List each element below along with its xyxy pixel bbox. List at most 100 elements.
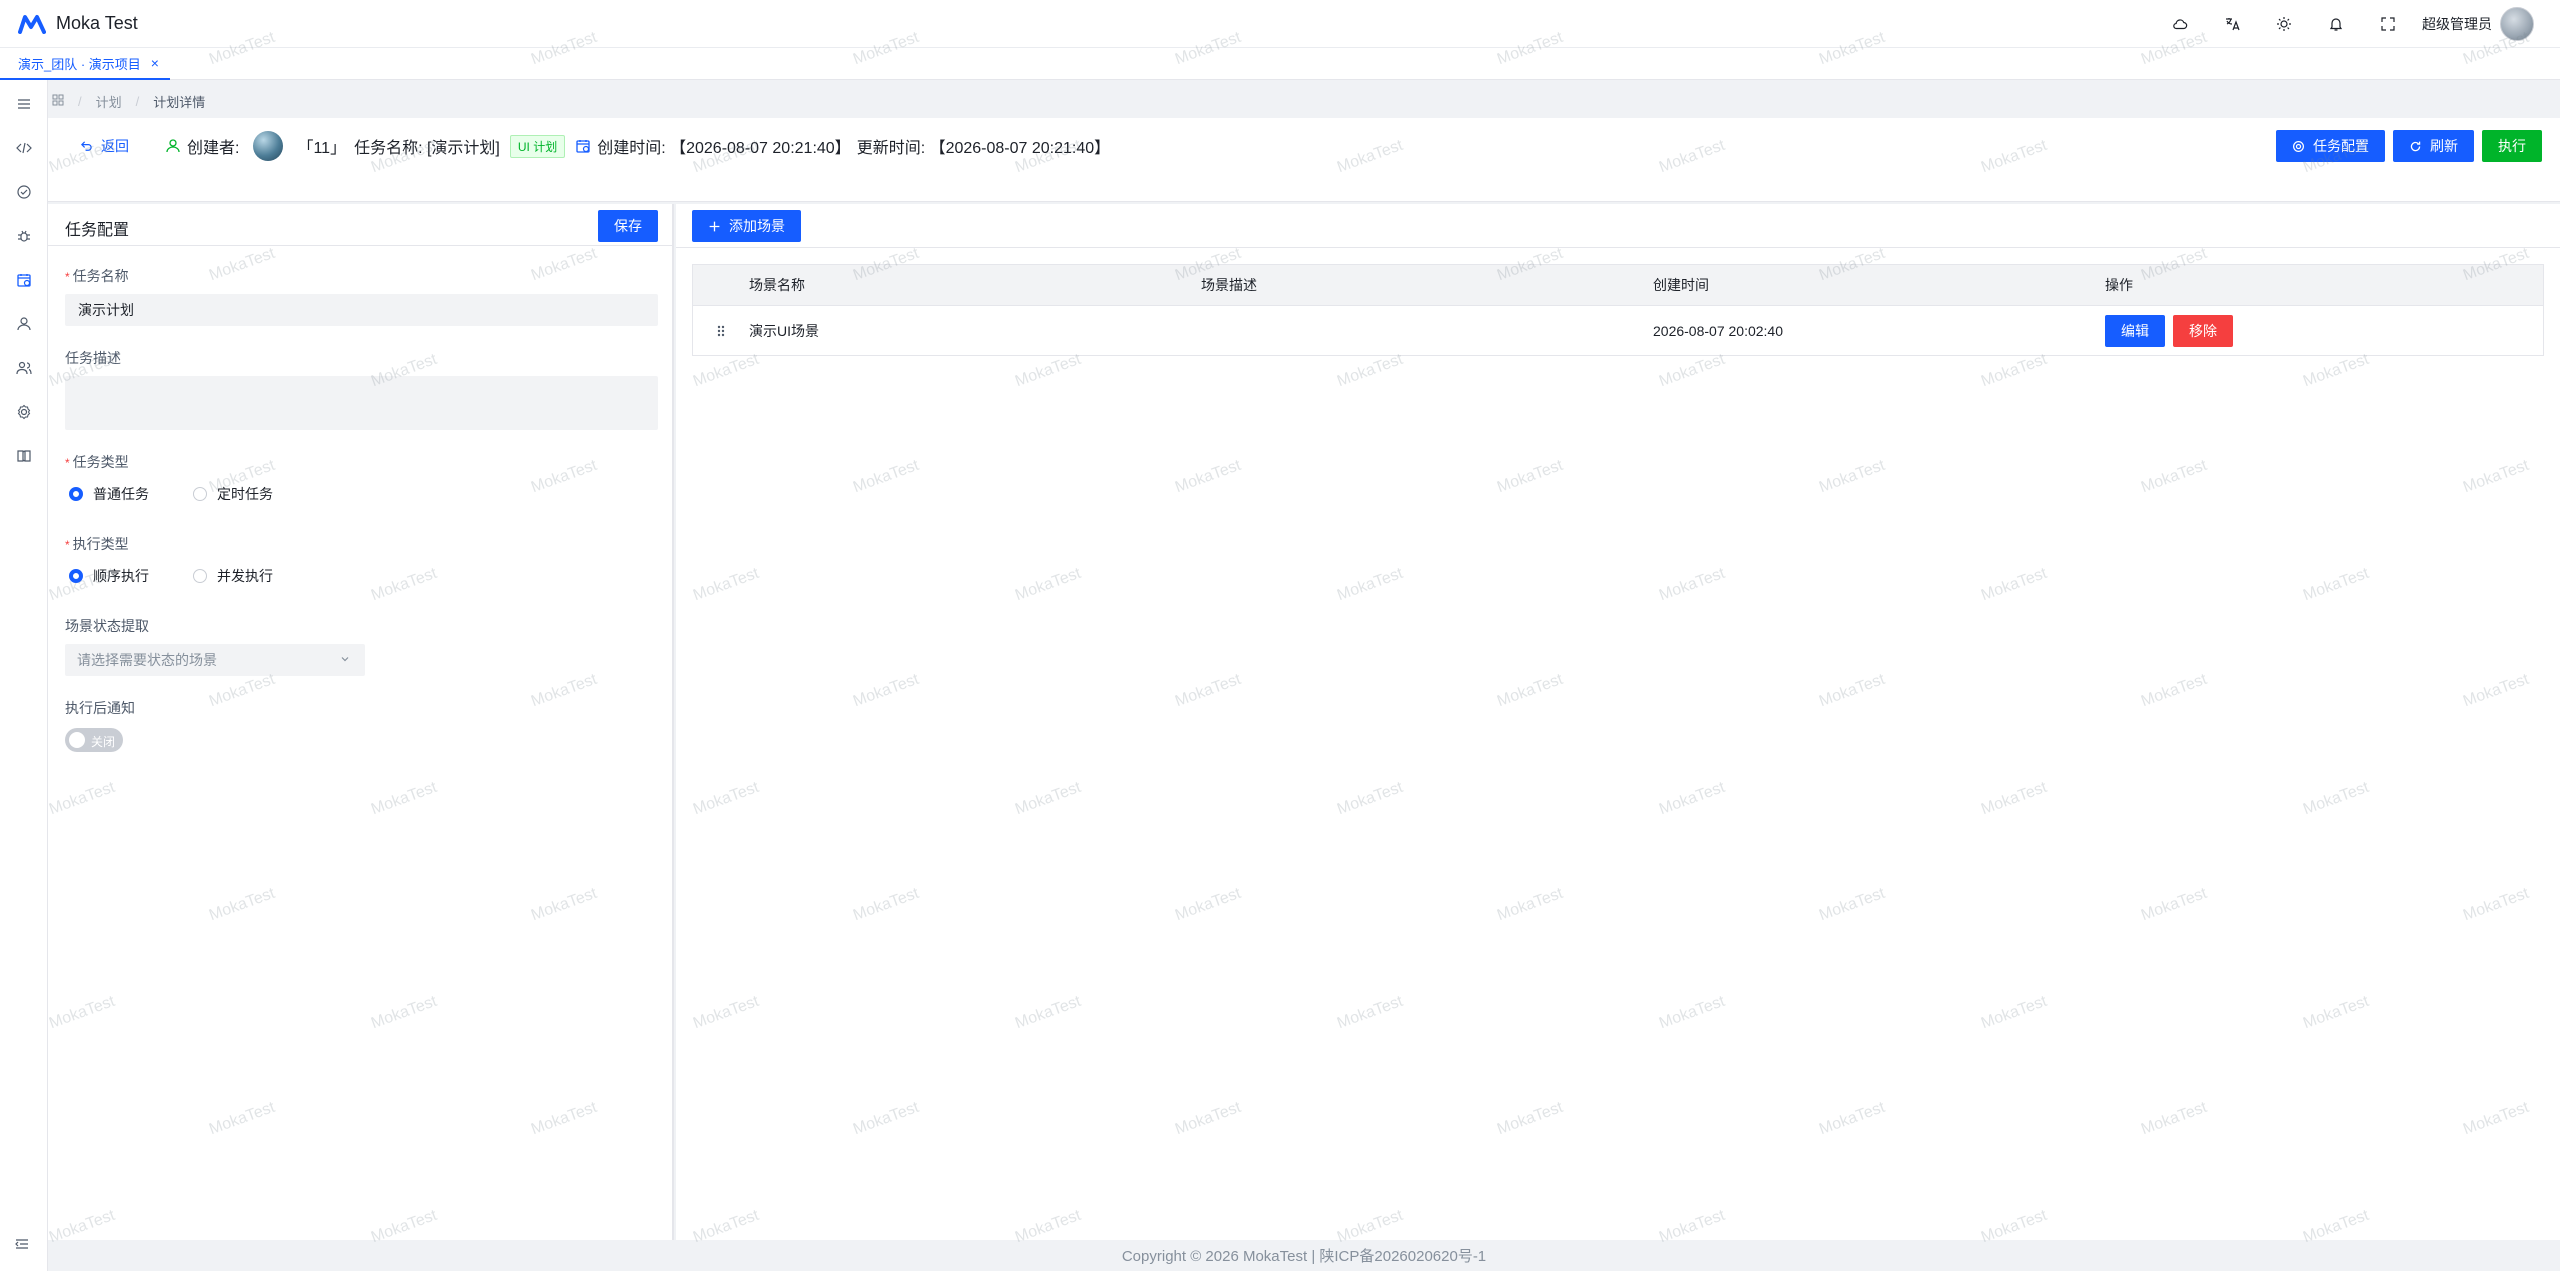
- username[interactable]: 超级管理员: [2422, 14, 2492, 34]
- name-label: * 任务名称: [65, 268, 129, 284]
- scene-state-select[interactable]: 请选择需要状态的场景: [65, 644, 365, 676]
- logo-icon: [18, 14, 46, 34]
- add-scene-button[interactable]: 添加场景: [692, 210, 801, 242]
- task-type-radio-group: 普通任务 定时任务: [69, 484, 317, 504]
- edit-button[interactable]: 编辑: [2105, 314, 2165, 347]
- radio-checked-icon: [69, 569, 83, 583]
- user-avatar[interactable]: [2500, 7, 2534, 41]
- sun-icon[interactable]: [2258, 0, 2310, 48]
- switch-text: 关闭: [91, 735, 116, 749]
- breadcrumb-item-plan[interactable]: 计划: [96, 92, 122, 111]
- check-circle-icon[interactable]: [14, 182, 34, 202]
- tabs-bar: 演示_团队 · 演示项目 ×: [0, 48, 2560, 80]
- refresh-icon: [2410, 141, 2421, 151]
- plan-info-bar: 返回 创建者: 「11」 任务名称: [演示计划] UI 计划 创建时间: 【2…: [48, 118, 2560, 202]
- bug-icon[interactable]: [14, 226, 34, 246]
- save-button[interactable]: 保存: [598, 210, 658, 242]
- radio-sequential[interactable]: 顺序执行: [69, 566, 149, 586]
- copyright-text: Copyright © 2026 MokaTest | 陕ICP备2026020…: [1121, 1248, 1487, 1265]
- header-actions: 超级管理员: [2154, 0, 2534, 48]
- app-title: Moka Test: [56, 13, 138, 33]
- panel-header: 任务配置 保存: [48, 204, 674, 246]
- cloud-icon[interactable]: [2154, 0, 2206, 48]
- notify-switch[interactable]: 关闭: [65, 728, 123, 752]
- scene-table: 场景名称 场景描述 创建时间 操作 演示UI场景 2026-08-07 20:0…: [692, 264, 2544, 356]
- radio-unchecked-icon: [193, 487, 207, 501]
- radio-label: 并发执行: [217, 568, 273, 584]
- breadcrumb-separator: /: [78, 93, 82, 109]
- menu-icon[interactable]: [14, 94, 34, 114]
- breadcrumb-separator: /: [135, 93, 140, 109]
- chevron-down-icon: [341, 657, 349, 662]
- radio-normal-task[interactable]: 普通任务: [69, 484, 149, 504]
- scene-panel: 添加场景 场景名称 场景描述 创建时间 操作 演示UI场景 2026-08-07…: [676, 204, 2560, 1240]
- task-config-label: 任务配置: [2313, 138, 2369, 154]
- tab-project[interactable]: 演示_团队 · 演示项目 ×: [0, 48, 170, 80]
- sidebar: [0, 80, 48, 1271]
- drag-handle-icon[interactable]: [693, 323, 749, 339]
- scene-ops-cell: 编辑 移除: [2105, 314, 2543, 347]
- logo[interactable]: Moka Test: [18, 13, 138, 34]
- radio-label: 定时任务: [217, 486, 273, 502]
- back-icon: [81, 140, 92, 151]
- header-cell: 场景名称: [749, 277, 805, 293]
- radio-unchecked-icon: [193, 569, 207, 583]
- scene-name-cell: 演示UI场景: [749, 322, 819, 339]
- info-actions: 任务配置 刷新 执行: [2268, 130, 2542, 162]
- state-label: 场景状态提取: [65, 618, 149, 634]
- updated-time: 更新时间: 【2026-08-07 20:21:40】: [856, 140, 1111, 157]
- desc-label: 任务描述: [65, 350, 121, 366]
- bell-icon[interactable]: [2310, 0, 2362, 48]
- header-cell: 创建时间: [1653, 277, 1709, 293]
- radio-checked-icon: [69, 487, 83, 501]
- scene-toolbar: 添加场景: [676, 204, 2560, 248]
- task-name: 任务名称: [演示计划]: [354, 140, 500, 157]
- creator-icon: [166, 139, 180, 153]
- remove-button[interactable]: 移除: [2173, 314, 2233, 347]
- breadcrumb: / 计划 / 计划详情: [48, 88, 205, 114]
- radio-scheduled-task[interactable]: 定时任务: [193, 484, 273, 504]
- execute-button[interactable]: 执行: [2482, 130, 2542, 162]
- creator-avatar: [253, 131, 284, 161]
- top-header: Moka Test 超级管理员: [0, 0, 2560, 48]
- task-type-tag: UI 计划: [509, 134, 566, 158]
- task-name-input[interactable]: 演示计划: [65, 294, 658, 326]
- back-link[interactable]: 返回: [80, 136, 129, 156]
- close-icon[interactable]: ×: [151, 55, 159, 71]
- task-desc-textarea[interactable]: [65, 376, 658, 430]
- fullscreen-icon[interactable]: [2362, 0, 2414, 48]
- breadcrumb-item-current: 计划详情: [153, 94, 206, 110]
- notify-label: 执行后通知: [65, 700, 135, 716]
- radio-label: 顺序执行: [93, 568, 149, 584]
- tab-label: 演示_团队 · 演示项目: [18, 56, 141, 72]
- footer: Copyright © 2026 MokaTest | 陕ICP备2026020…: [48, 1240, 2560, 1271]
- exec-label: * 执行类型: [65, 536, 129, 552]
- plan-info-row: 返回 创建者: 「11」 任务名称: [演示计划] UI 计划 创建时间: 【2…: [80, 130, 1116, 162]
- select-placeholder: 请选择需要状态的场景: [77, 652, 217, 668]
- settings-icon[interactable]: [14, 402, 34, 422]
- table-header: 场景名称 场景描述 创建时间 操作: [693, 265, 2543, 305]
- apps-icon[interactable]: [52, 94, 64, 109]
- settings-icon: [2293, 140, 2304, 152]
- plus-icon: [709, 221, 720, 231]
- team-icon[interactable]: [14, 358, 34, 378]
- creator-label: 创建者:: [187, 140, 240, 157]
- calendar-icon: [576, 140, 590, 153]
- table-row: 演示UI场景 2026-08-07 20:02:40 编辑 移除: [693, 305, 2543, 355]
- exec-type-radio-group: 顺序执行 并发执行: [69, 566, 317, 586]
- radio-label: 普通任务: [93, 486, 149, 502]
- add-scene-label: 添加场景: [729, 218, 785, 234]
- book-icon[interactable]: [14, 446, 34, 466]
- collapse-sidebar-icon[interactable]: [14, 1236, 34, 1256]
- radio-concurrent[interactable]: 并发执行: [193, 566, 273, 586]
- user-icon[interactable]: [14, 314, 34, 334]
- task-config-button[interactable]: 任务配置: [2276, 130, 2385, 162]
- translate-icon[interactable]: [2206, 0, 2258, 48]
- header-cell: 场景描述: [1201, 277, 1257, 293]
- code-icon[interactable]: [14, 138, 34, 158]
- type-label: * 任务类型: [65, 454, 129, 470]
- calendar-icon[interactable]: [14, 270, 34, 290]
- refresh-label: 刷新: [2430, 138, 2458, 154]
- refresh-button[interactable]: 刷新: [2393, 130, 2474, 162]
- task-id: 「11」: [297, 140, 347, 157]
